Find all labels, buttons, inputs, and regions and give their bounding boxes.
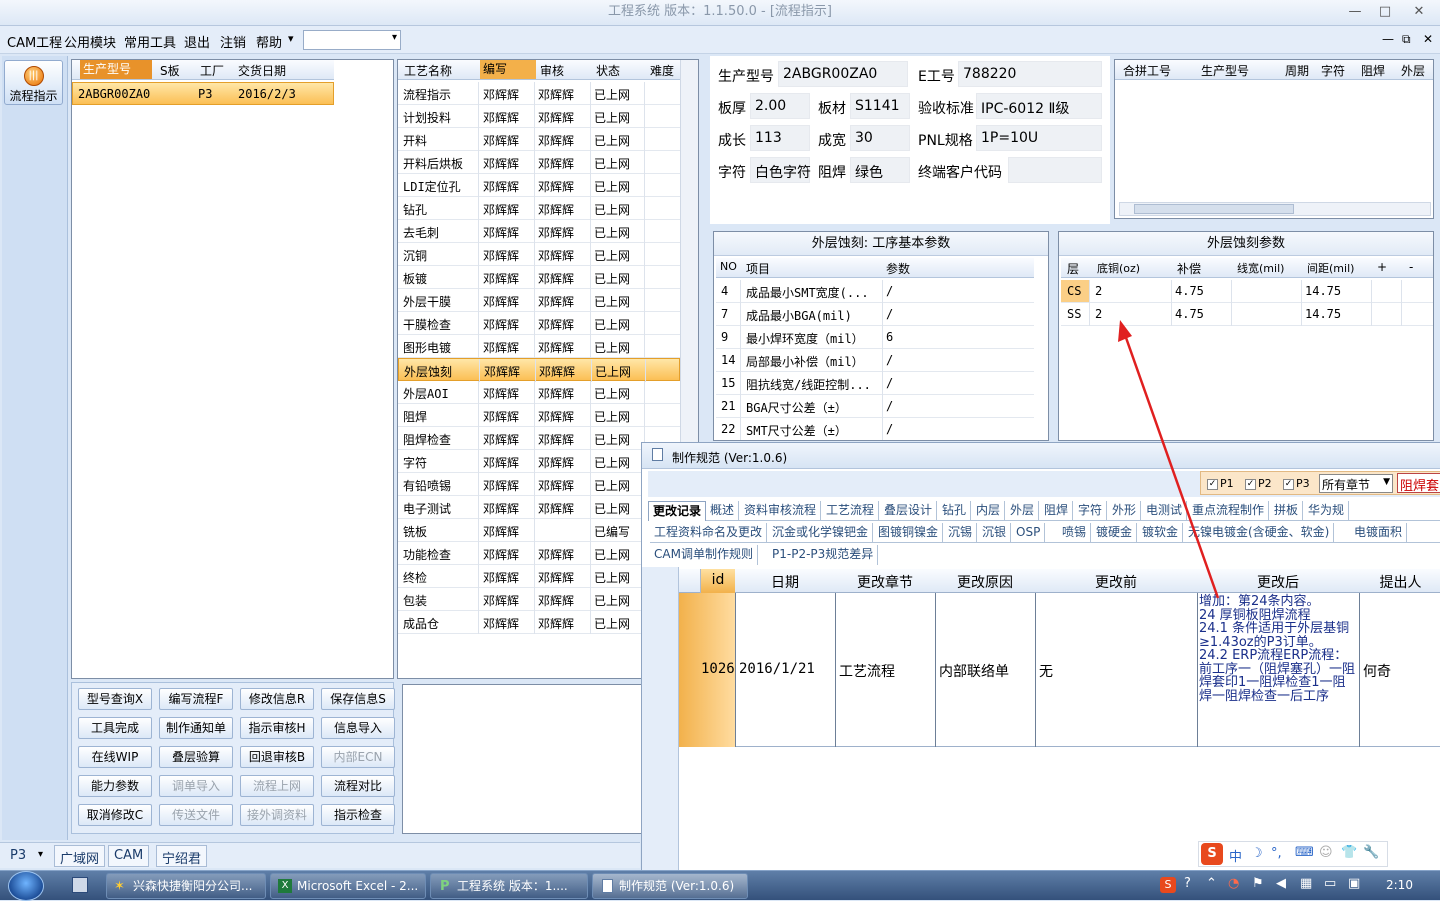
tray-sogou-icon[interactable]: S xyxy=(1160,877,1176,893)
task-xingsen[interactable]: 兴森快捷衡阳分公司... xyxy=(106,873,266,899)
task-engineering[interactable]: 工程系统 版本：1.... xyxy=(430,873,588,899)
spec-doc-icon xyxy=(602,879,613,893)
star-icon: ✶ xyxy=(114,879,125,894)
system-tray: S ? ⌃ ◔ ⚑ ◀ ▦ ▭ ▣ xyxy=(1156,873,1382,899)
task-excel[interactable]: Microsoft Excel - 2... xyxy=(270,873,426,899)
tray-display-icon[interactable]: ▣ xyxy=(1348,876,1360,891)
excel-icon: X xyxy=(278,879,292,893)
tray-help-icon[interactable]: ? xyxy=(1184,876,1191,891)
tray-monitor-icon[interactable]: ▭ xyxy=(1324,876,1336,891)
taskbar: 兴森快捷衡阳分公司... Microsoft Excel - 2... 工程系统… xyxy=(0,870,1440,901)
task-spec[interactable]: 制作规范 (Ver:1.0.6) xyxy=(592,873,748,899)
tray-flag-icon[interactable]: ⚑ xyxy=(1252,876,1264,891)
app-icon: P xyxy=(440,879,450,894)
start-button[interactable] xyxy=(8,871,44,901)
clock[interactable]: 2:10 xyxy=(1386,878,1413,892)
tray-up-icon[interactable]: ⌃ xyxy=(1206,876,1217,891)
save-icon[interactable] xyxy=(72,877,88,893)
annotation-arrow xyxy=(1118,320,1220,599)
tray-volume-icon[interactable]: ◀ xyxy=(1276,876,1286,891)
tray-net-icon[interactable]: ▦ xyxy=(1300,876,1312,891)
tray-app-icon[interactable]: ◔ xyxy=(1228,876,1239,891)
